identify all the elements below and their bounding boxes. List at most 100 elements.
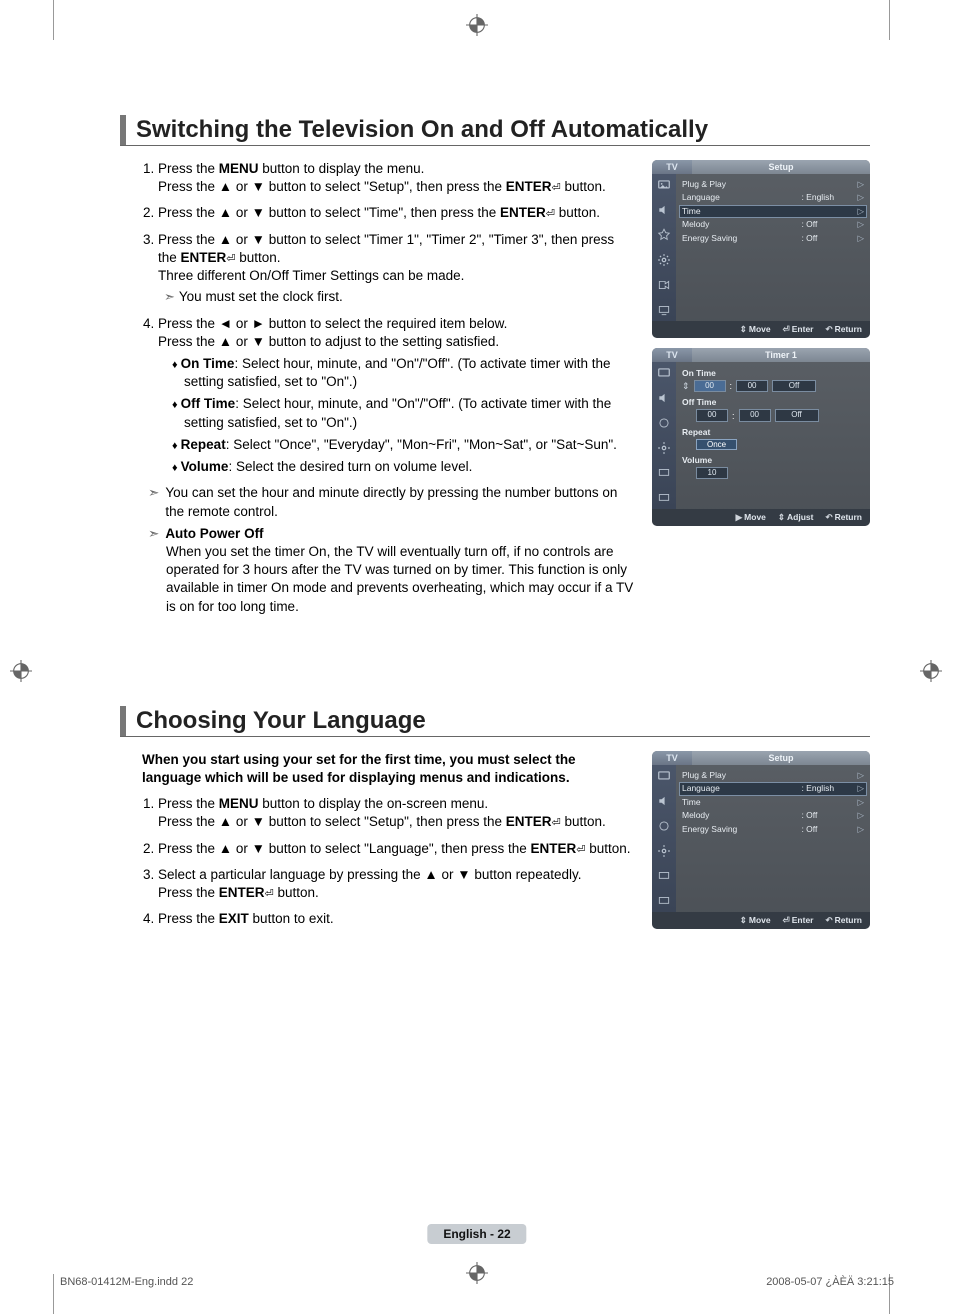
step4-sublist: On Time: Select hour, minute, and "On"/"… — [158, 355, 634, 476]
picture-icon — [657, 366, 671, 380]
sound-icon — [657, 391, 671, 405]
section-heading-row: Choosing Your Language — [120, 706, 870, 737]
osd-column: TV Setup Plug & Play▷ — [652, 160, 870, 616]
updown-icon: ⇕ — [682, 381, 690, 392]
section-heading-row: Switching the Television On and Off Auto… — [120, 115, 870, 146]
enter-icon: ⏎ — [552, 182, 561, 194]
enter-icon: ⏎ — [783, 324, 790, 334]
osd-row-energy-saving: Energy Saving: Off▷ — [682, 823, 864, 836]
osd-minute-value: 00 — [736, 380, 768, 392]
setup-gear-icon — [657, 253, 671, 267]
osd-sidebar — [652, 765, 676, 912]
step-2: Press the ▲ or ▼ button to select "Time"… — [158, 204, 634, 222]
osd-onoff-value: Off — [772, 380, 816, 392]
steps-list: Press the MENU button to display the on-… — [142, 795, 634, 928]
osd-repeat-value: Once — [696, 439, 737, 450]
input-icon — [657, 466, 671, 480]
osd-tv-badge: TV — [652, 751, 692, 765]
bullet-repeat: Repeat: Select "Once", "Everyday", "Mon~… — [172, 436, 634, 454]
osd-row-melody: Melody: Off▷ — [682, 218, 864, 231]
osd-hour-value: 00 — [694, 380, 726, 392]
chevron-right-icon: ▷ — [857, 206, 864, 217]
osd-volume-value: 10 — [696, 467, 728, 479]
step-3: Press the ▲ or ▼ button to select "Timer… — [158, 231, 634, 307]
osd-row-melody: Melody: Off▷ — [682, 809, 864, 822]
osd-hint-enter: ⏎Enter — [783, 915, 814, 926]
osd-label-volume: Volume — [682, 455, 864, 465]
registration-mark-icon — [466, 14, 488, 36]
step-4: Press the EXIT button to exit. — [158, 910, 634, 928]
sound-icon — [657, 794, 671, 808]
chevron-right-icon: ▷ — [857, 797, 864, 808]
osd-main: Plug & Play▷ Language: English▷ Time▷ Me… — [676, 174, 870, 321]
right-icon: ▶ — [736, 512, 743, 522]
osd-label-on-time: On Time — [682, 368, 864, 378]
osd-footer: ⇕Move ⏎Enter ↶Return — [652, 912, 870, 929]
input-icon — [657, 278, 671, 292]
osd-column: TV Setup Plug & Play▷ — [652, 751, 870, 939]
updown-icon: ⇕ — [740, 324, 747, 334]
section-title: Switching the Television On and Off Auto… — [136, 116, 708, 144]
bullet-volume: Volume: Select the desired turn on volum… — [172, 458, 634, 476]
crop-mark — [53, 0, 54, 40]
updown-icon: ⇕ — [778, 512, 785, 522]
section-title: Choosing Your Language — [136, 707, 426, 735]
registration-mark-icon — [920, 660, 942, 682]
osd-main: On Time ⇕ 00 : 00 Off Off Time — [676, 362, 870, 509]
osd-hint-return: ↶Return — [825, 324, 862, 335]
osd-tv-badge: TV — [652, 348, 692, 362]
instructions-column: When you start using your set for the fi… — [120, 751, 634, 939]
osd-hour-value: 00 — [696, 409, 728, 421]
step-1: Press the MENU button to display the men… — [158, 160, 634, 196]
chevron-right-icon: ▷ — [857, 770, 864, 781]
support-icon — [657, 894, 671, 908]
step-3: Select a particular language by pressing… — [158, 866, 634, 902]
osd-row-time-highlighted: Time▷ — [679, 205, 867, 218]
chevron-right-icon: ▷ — [857, 824, 864, 835]
sound-icon — [657, 203, 671, 217]
channel-icon — [657, 228, 671, 242]
osd-panel-timer1: TV Timer 1 On Time — [652, 348, 870, 526]
crop-mark — [889, 0, 890, 40]
osd-main: Plug & Play▷ Language: English▷ Time▷ Me… — [676, 765, 870, 912]
step-2: Press the ▲ or ▼ button to select "Langu… — [158, 840, 634, 858]
osd-label-repeat: Repeat — [682, 427, 864, 437]
support-icon — [657, 303, 671, 317]
picture-icon — [657, 769, 671, 783]
return-icon: ↶ — [825, 324, 832, 334]
osd-row-plug-play: Plug & Play▷ — [682, 769, 864, 782]
heading-accent-bar — [120, 115, 126, 145]
crop-mark — [53, 1274, 54, 1314]
page-number-pill: English - 22 — [427, 1224, 526, 1244]
osd-hint-return: ↶Return — [825, 512, 862, 523]
osd-footer: ⇕Move ⏎Enter ↶Return — [652, 321, 870, 338]
enter-icon: ⏎ — [552, 817, 561, 829]
enter-icon: ⏎ — [576, 844, 585, 856]
osd-volume-field: 10 — [682, 467, 864, 479]
osd-hint-move: ▶Move — [736, 512, 766, 523]
note-arrow-icon: ➣ — [148, 525, 159, 543]
osd-panel-title: Setup — [692, 160, 870, 174]
imprint-filename: BN68-01412M-Eng.indd 22 — [60, 1276, 193, 1288]
osd-sidebar — [652, 362, 676, 509]
osd-repeat-field: Once — [682, 439, 864, 450]
picture-icon — [657, 178, 671, 192]
osd-hint-return: ↶Return — [825, 915, 862, 926]
chevron-right-icon: ▷ — [857, 192, 864, 203]
osd-hint-enter: ⏎Enter — [783, 324, 814, 335]
note-clock-first: ➣You must set the clock first. — [164, 288, 634, 306]
input-icon — [657, 869, 671, 883]
osd-hint-move: ⇕Move — [740, 324, 771, 335]
heading-accent-bar — [120, 706, 126, 736]
chevron-right-icon: ▷ — [857, 219, 864, 230]
setup-gear-icon — [657, 844, 671, 858]
return-icon: ↶ — [825, 915, 832, 925]
step-1: Press the MENU button to display the on-… — [158, 795, 634, 831]
registration-mark-icon — [10, 660, 32, 682]
note-direct-entry: ➣You can set the hour and minute directl… — [148, 484, 634, 520]
instructions-column: Press the MENU button to display the men… — [120, 160, 634, 616]
bullet-off-time: Off Time: Select hour, minute, and "On"/… — [172, 395, 634, 431]
enter-icon: ⏎ — [226, 253, 235, 265]
osd-panel-setup-language: TV Setup Plug & Play▷ — [652, 751, 870, 929]
step-4: Press the ◄ or ► button to select the re… — [158, 315, 634, 477]
